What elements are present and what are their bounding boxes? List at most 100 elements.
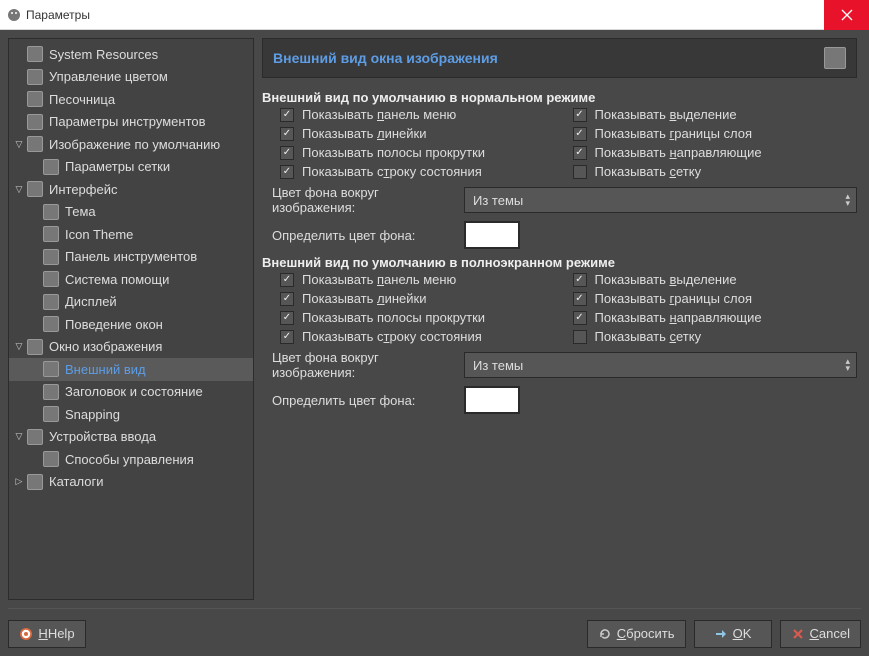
cancel-button[interactable]: Cancel (780, 620, 861, 648)
checkbox-label: Показывать границы слоя (595, 291, 753, 306)
checkbox-label: Показывать панель меню (302, 272, 456, 287)
checkbox[interactable] (280, 292, 294, 306)
tree-item[interactable]: Тема (9, 201, 253, 224)
tree-item[interactable]: ▽ Изображение по умолчанию (9, 133, 253, 156)
tree-item-icon (43, 361, 59, 377)
checkbox[interactable] (573, 311, 587, 325)
cancel-button-label: ancel (819, 626, 850, 641)
combo-value: Из темы (473, 358, 523, 373)
tree-item-label: Заголовок и состояние (65, 384, 203, 399)
tree-item-icon (27, 181, 43, 197)
checkbox-row[interactable]: Показывать границы слоя (573, 291, 858, 306)
tree-item[interactable]: System Resources (9, 43, 253, 66)
checkbox[interactable] (573, 165, 587, 179)
checkbox-row[interactable]: Показывать сетку (573, 164, 858, 179)
tree-item-label: Песочница (49, 92, 115, 107)
checkbox-row[interactable]: Показывать строку состояния (280, 329, 565, 344)
checkbox-row[interactable]: Показывать линейки (280, 291, 565, 306)
checkbox[interactable] (573, 108, 587, 122)
padding-color-swatch[interactable] (464, 221, 520, 249)
checkbox-row[interactable]: Показывать границы слоя (573, 126, 858, 141)
checkbox[interactable] (280, 273, 294, 287)
checkbox[interactable] (280, 311, 294, 325)
preferences-tree[interactable]: System Resources Управление цветом Песочни… (8, 38, 254, 600)
tree-item-icon (43, 204, 59, 220)
padding-mode-label: Цвет фона вокруг изображения: (272, 350, 454, 380)
tree-expander-icon[interactable]: ▽ (13, 139, 25, 150)
tree-item[interactable]: ▽Интерфейс (9, 178, 253, 201)
tree-item[interactable]: Способы управления (9, 448, 253, 471)
checkbox[interactable] (280, 108, 294, 122)
checkbox[interactable] (573, 146, 587, 160)
padding-mode-label: Цвет фона вокруг изображения: (272, 185, 454, 215)
window-close-button[interactable] (824, 0, 869, 30)
checkbox-row[interactable]: Показывать строку состояния (280, 164, 565, 179)
tree-item-label: Изображение по умолчанию (49, 137, 220, 152)
checkbox[interactable] (573, 292, 587, 306)
reset-button[interactable]: Сбросить (587, 620, 686, 648)
tree-item[interactable]: Поведение окон (9, 313, 253, 336)
checkbox[interactable] (573, 127, 587, 141)
checkbox[interactable] (573, 330, 587, 344)
padding-color-swatch[interactable] (464, 386, 520, 414)
page-title: Внешний вид окна изображения (273, 50, 824, 66)
tree-item[interactable]: Дисплей (9, 291, 253, 314)
tree-item[interactable]: Система помощи (9, 268, 253, 291)
tree-item-icon (43, 384, 59, 400)
help-button[interactable]: HHelp (8, 620, 86, 648)
checkbox[interactable] (573, 273, 587, 287)
tree-item-label: Каталоги (49, 474, 104, 489)
checkbox[interactable] (280, 165, 294, 179)
tree-item[interactable]: Icon Theme (9, 223, 253, 246)
checkbox-row[interactable]: Показывать панель меню (280, 107, 565, 122)
tree-expander-icon[interactable]: ▷ (13, 476, 25, 487)
tree-expander-icon[interactable]: ▽ (13, 184, 25, 195)
checkbox-row[interactable]: Показывать полосы прокрутки (280, 310, 565, 325)
tree-expander-icon[interactable]: ▽ (13, 341, 25, 352)
checkbox-label: Показывать полосы прокрутки (302, 310, 485, 325)
padding-mode-combo[interactable]: Из темы▴▾ (464, 187, 857, 213)
dialog-footer: HHelp Сбросить OK Cancel (8, 608, 861, 648)
padding-mode-combo[interactable]: Из темы▴▾ (464, 352, 857, 378)
tree-expander-icon[interactable]: ▽ (13, 431, 25, 442)
tree-item[interactable]: Панель инструментов (9, 246, 253, 269)
tree-item-label: Панель инструментов (65, 249, 197, 264)
checkbox[interactable] (280, 330, 294, 344)
checkbox-row[interactable]: Показывать выделение (573, 272, 858, 287)
checkbox-row[interactable]: Показывать панель меню (280, 272, 565, 287)
tree-item[interactable]: Параметры инструментов (9, 111, 253, 134)
ok-button-label: K (743, 626, 752, 641)
tree-item-icon (43, 249, 59, 265)
tree-item[interactable]: Управление цветом (9, 66, 253, 89)
checkbox-row[interactable]: Показывать направляющие (573, 145, 858, 160)
tree-item[interactable]: Внешний вид (9, 358, 253, 381)
tree-item-label: Управление цветом (49, 69, 168, 84)
window-title: Параметры (26, 8, 90, 22)
tree-item[interactable]: ▽Окно изображения (9, 336, 253, 359)
titlebar: Параметры (0, 0, 869, 30)
checkbox-row[interactable]: Показывать направляющие (573, 310, 858, 325)
ok-button[interactable]: OK (694, 620, 772, 648)
tree-item[interactable]: Snapping (9, 403, 253, 426)
tree-item-icon (43, 451, 59, 467)
checkbox-label: Показывать направляющие (595, 310, 762, 325)
checkbox-label: Показывать выделение (595, 107, 737, 122)
tree-item[interactable]: Песочница (9, 88, 253, 111)
tree-item-label: Поведение окон (65, 317, 163, 332)
checkbox-row[interactable]: Показывать выделение (573, 107, 858, 122)
tree-item[interactable]: Параметры сетки (9, 156, 253, 179)
tree-item-icon (43, 226, 59, 242)
help-icon (19, 627, 33, 641)
checkbox-label: Показывать сетку (595, 164, 702, 179)
checkbox-row[interactable]: Показывать сетку (573, 329, 858, 344)
tree-item[interactable]: ▷ Каталоги (9, 471, 253, 494)
tree-item-icon (27, 69, 43, 85)
checkbox-row[interactable]: Показывать линейки (280, 126, 565, 141)
tree-item[interactable]: Заголовок и состояние (9, 381, 253, 404)
checkbox[interactable] (280, 127, 294, 141)
checkbox[interactable] (280, 146, 294, 160)
tree-item[interactable]: ▽Устройства ввода (9, 426, 253, 449)
padding-color-row: Определить цвет фона: (262, 386, 857, 414)
padding-color-label: Определить цвет фона: (272, 228, 454, 243)
checkbox-row[interactable]: Показывать полосы прокрутки (280, 145, 565, 160)
